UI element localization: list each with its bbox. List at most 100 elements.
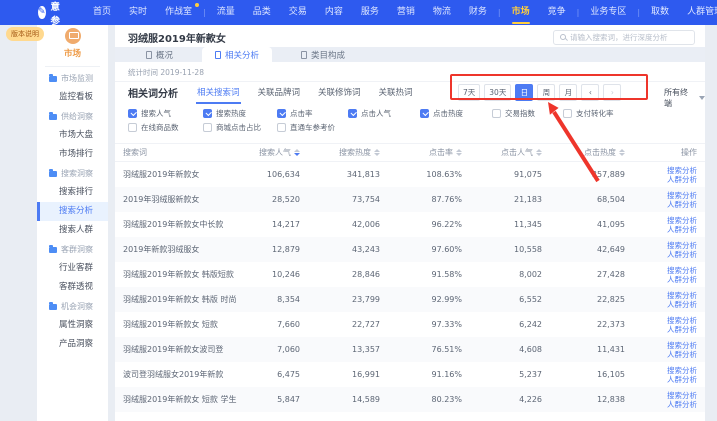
checkbox-icon (203, 109, 212, 118)
subtab[interactable]: 关联修饰词 (317, 82, 362, 104)
metric-checkbox[interactable]: 点击热度 (420, 108, 492, 119)
action-link[interactable]: 搜索分析 (625, 266, 697, 275)
action-link[interactable]: 人群分析 (625, 225, 697, 234)
prev-button[interactable]: ‹ (581, 84, 599, 101)
action-link[interactable]: 人群分析 (625, 275, 697, 284)
metric-checkbox[interactable]: 搜索热度 (203, 108, 277, 119)
sidebar-group-text: 市场监测 (61, 73, 93, 84)
column-header[interactable]: 点击热度 (542, 147, 625, 158)
sidebar-item[interactable]: 监控看板 (37, 88, 108, 107)
brand[interactable]: ✎ 生意参谋 (38, 0, 66, 41)
cell-actions: 搜索分析人群分析 (625, 316, 699, 334)
metric-checkbox[interactable]: 直通车参考价 (277, 122, 348, 133)
action-link[interactable]: 搜索分析 (625, 341, 697, 350)
action-link[interactable]: 搜索分析 (625, 366, 697, 375)
search-input[interactable] (570, 33, 688, 42)
column-header[interactable]: 点击人气 (462, 147, 542, 158)
tab-item[interactable]: 类目构成 (288, 47, 358, 62)
cell-click-heat: 22,373 (542, 320, 625, 329)
topnav-item[interactable]: 竞争 (539, 0, 575, 25)
table-header: 搜索词搜索人气搜索热度点击率点击人气点击热度操作 (115, 144, 705, 162)
metric-checkbox[interactable]: 点击人气 (348, 108, 420, 119)
terminal-select[interactable]: 所有终端 (664, 87, 705, 109)
folder-icon (49, 247, 57, 253)
action-link[interactable]: 人群分析 (625, 375, 697, 384)
cell-click-popularity: 5,237 (462, 370, 542, 379)
range-button[interactable]: 7天 (458, 84, 480, 101)
topnav-item[interactable]: 营销 (388, 0, 424, 25)
granularity-button[interactable]: 日 (515, 84, 533, 101)
action-link[interactable]: 人群分析 (625, 350, 697, 359)
column-header[interactable]: 搜索人气 (253, 147, 300, 158)
sidebar-item[interactable]: 市场排行 (37, 145, 108, 164)
topnav-item[interactable]: 服务 (352, 0, 388, 25)
topnav-item[interactable]: 流量 (208, 0, 244, 25)
checkbox-label: 商城点击占比 (216, 122, 261, 133)
range-button[interactable]: 30天 (484, 84, 511, 101)
cell-actions: 搜索分析人群分析 (625, 266, 699, 284)
tab-item[interactable]: 概况 (133, 47, 186, 62)
topnav-item[interactable]: 财务 (460, 0, 496, 25)
action-link[interactable]: 人群分析 (625, 325, 697, 334)
sidebar-item[interactable]: 产品洞察 (37, 335, 108, 354)
action-link[interactable]: 人群分析 (625, 200, 697, 209)
subtab[interactable]: 关联品牌词 (257, 82, 302, 104)
date-range-controls: 7天30天日周月‹› (458, 84, 621, 101)
metric-checkbox[interactable]: 搜索人气 (128, 108, 203, 119)
sidebar-item[interactable]: 行业客群 (37, 259, 108, 278)
sidebar-item[interactable]: 属性洞察 (37, 316, 108, 335)
action-link[interactable]: 搜索分析 (625, 316, 697, 325)
topnav-item[interactable]: 人群管理 (678, 0, 717, 25)
action-link[interactable]: 搜索分析 (625, 216, 697, 225)
search-box[interactable] (553, 30, 695, 45)
action-link[interactable]: 搜索分析 (625, 166, 697, 175)
subtab[interactable]: 关联热词 (378, 82, 414, 104)
granularity-button[interactable]: 月 (559, 84, 577, 101)
tab-label: 概况 (156, 49, 173, 61)
action-link[interactable]: 搜索分析 (625, 291, 697, 300)
subtab[interactable]: 相关搜索词 (196, 82, 241, 104)
cell-click-heat: 22,825 (542, 295, 625, 304)
topnav-item[interactable]: 作战室 (156, 0, 201, 25)
sidebar-item[interactable]: 市场大盘 (37, 126, 108, 145)
sidebar-item[interactable]: 搜索人群 (37, 221, 108, 240)
action-link[interactable]: 人群分析 (625, 175, 697, 184)
tab-active[interactable]: 相关分析 (202, 47, 272, 62)
action-link[interactable]: 人群分析 (625, 300, 697, 309)
topnav-item[interactable]: 首页 (84, 0, 120, 25)
topnav-item[interactable]: 品类 (244, 0, 280, 25)
cell-search-heat: 73,754 (300, 195, 380, 204)
column-header[interactable]: 点击率 (380, 147, 462, 158)
cell-actions: 搜索分析人群分析 (625, 291, 699, 309)
action-link[interactable]: 搜索分析 (625, 391, 697, 400)
column-header[interactable]: 搜索热度 (300, 147, 380, 158)
metric-checkbox[interactable]: 点击率 (277, 108, 348, 119)
granularity-button[interactable]: 周 (537, 84, 555, 101)
topnav-item[interactable]: 取数 (642, 0, 678, 25)
topnav-item[interactable]: 实时 (120, 0, 156, 25)
column-header-label: 操作 (681, 148, 697, 157)
action-link[interactable]: 人群分析 (625, 400, 697, 409)
topnav-item[interactable]: 物流 (424, 0, 460, 25)
action-link[interactable]: 搜索分析 (625, 191, 697, 200)
cell-click-heat: 27,428 (542, 270, 625, 279)
filter-col: 搜索人气 (128, 108, 203, 119)
cell-click-popularity: 6,552 (462, 295, 542, 304)
folder-icon (49, 171, 57, 177)
action-link[interactable]: 搜索分析 (625, 241, 697, 250)
metric-checkbox[interactable]: 在线商品数 (128, 122, 203, 133)
filter-col: 交易指数 (492, 108, 563, 119)
topnav-item[interactable]: 业务专区 (581, 0, 635, 25)
metric-checkbox[interactable]: 商城点击占比 (203, 122, 277, 133)
metric-checkbox[interactable]: 支付转化率 (563, 108, 634, 119)
topnav-item[interactable]: 市场 (503, 0, 539, 25)
sidebar-item[interactable]: 搜索分析 (37, 202, 108, 221)
topnav-item[interactable]: 内容 (316, 0, 352, 25)
next-button[interactable]: › (603, 84, 621, 101)
sidebar-item[interactable]: 搜索排行 (37, 183, 108, 202)
sidebar-item[interactable]: 客群透视 (37, 278, 108, 297)
topnav-item[interactable]: 交易 (280, 0, 316, 25)
action-link[interactable]: 人群分析 (625, 250, 697, 259)
checkbox-label: 直通车参考价 (290, 122, 335, 133)
metric-checkbox[interactable]: 交易指数 (492, 108, 563, 119)
